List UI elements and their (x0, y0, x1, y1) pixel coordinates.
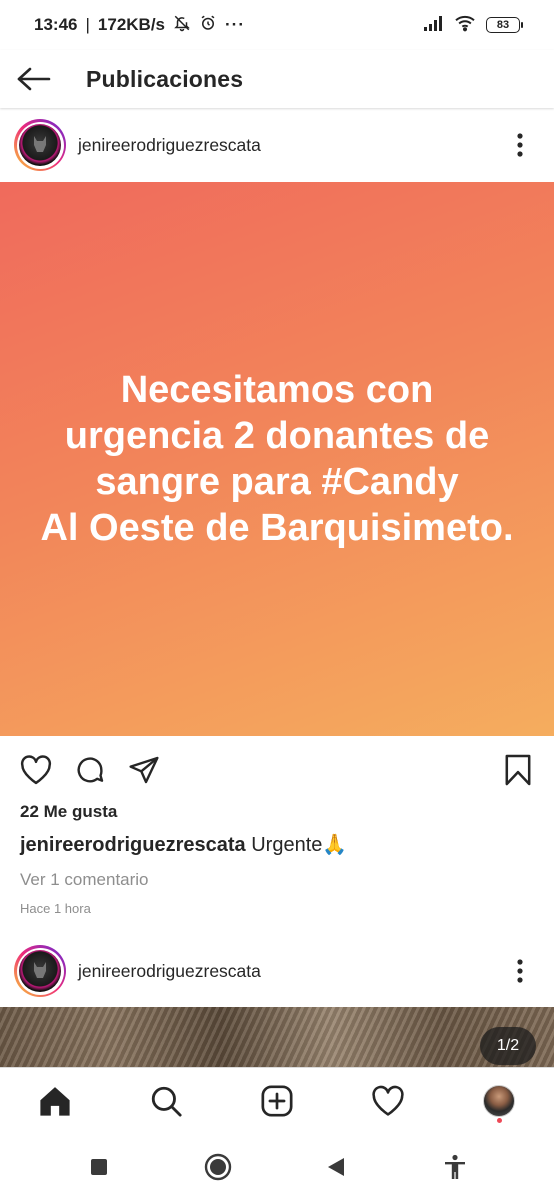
post-header: jenireerodriguezrescata (0, 936, 554, 1006)
post-image-line: Al Oeste de Barquisimeto. (40, 507, 514, 549)
post-actions (0, 746, 554, 794)
like-button[interactable] (12, 746, 60, 794)
post-image-line: urgencia 2 donantes de (64, 415, 490, 457)
network-speed: 172KB/s (97, 15, 166, 34)
bookmark-icon (505, 754, 531, 786)
caption-text: Urgente🙏 (251, 834, 348, 856)
heart-icon (20, 755, 52, 785)
nav-activity[interactable] (358, 1071, 418, 1131)
post-image-line: sangre para #Candy (95, 461, 459, 503)
system-back-button[interactable] (311, 1142, 361, 1192)
nav-search[interactable] (136, 1071, 196, 1131)
comment-button[interactable] (66, 746, 114, 794)
more-dots-icon: ··· (225, 15, 245, 34)
caption: jenireerodriguezrescata Urgente🙏 (20, 832, 347, 857)
notification-dot (496, 1117, 502, 1123)
status-left: 13:46 | 172KB/s ··· (34, 14, 245, 37)
more-vertical-icon (517, 959, 523, 983)
post-timestamp: Hace 1 hora (20, 901, 91, 916)
recents-square-icon (91, 1158, 108, 1175)
nav-home[interactable] (25, 1071, 85, 1131)
profile-avatar (482, 1084, 515, 1117)
view-comments-link[interactable]: Ver 1 comentario (20, 870, 149, 890)
activity-icon (372, 1085, 404, 1116)
accessibility-icon (444, 1154, 465, 1179)
post-image-text: Necesitamos con urgencia 2 donantes de s… (27, 367, 527, 551)
post-image[interactable]: Necesitamos con urgencia 2 donantes de s… (0, 182, 554, 736)
add-icon (261, 1084, 293, 1117)
avatar[interactable] (14, 945, 66, 997)
share-button[interactable] (120, 746, 168, 794)
system-nav (0, 1133, 554, 1200)
post-username[interactable]: jenireerodriguezrescata (78, 135, 500, 156)
home-icon (40, 1086, 70, 1116)
alarm-icon (199, 14, 217, 37)
avatar-image (19, 950, 61, 992)
bottom-nav (0, 1067, 554, 1133)
likes-count[interactable]: 22 Me gusta (20, 802, 117, 822)
back-triangle-icon (328, 1157, 345, 1176)
avatar-frame (16, 121, 64, 169)
post-header: jenireerodriguezrescata (0, 110, 554, 180)
nav-profile[interactable] (469, 1071, 529, 1131)
page-title: Publicaciones (86, 65, 244, 92)
search-icon (152, 1086, 182, 1117)
battery-level: 83 (496, 19, 510, 31)
wifi-icon (454, 14, 476, 37)
more-vertical-icon (517, 133, 523, 157)
status-bar: 13:46 | 172KB/s ··· 83 (0, 0, 554, 50)
system-home-button[interactable] (193, 1142, 243, 1192)
carousel-counter: 1/2 (480, 1027, 536, 1065)
image-texture (0, 1007, 554, 1067)
arrow-left-icon (17, 67, 51, 91)
back-button[interactable] (2, 50, 66, 108)
battery-icon: 83 (486, 17, 523, 33)
comment-icon (77, 757, 104, 783)
recents-button[interactable] (74, 1142, 124, 1192)
avatar-image (19, 124, 61, 166)
share-icon (129, 756, 159, 784)
caption-username[interactable]: jenireerodriguezrescata (20, 834, 246, 856)
accessibility-button[interactable] (430, 1142, 480, 1192)
nav-add[interactable] (247, 1071, 307, 1131)
avatar-frame (16, 947, 64, 995)
app-header: Publicaciones (0, 50, 554, 108)
status-time: 13:46 (34, 15, 78, 34)
signal-icon (424, 15, 444, 36)
post-options-button[interactable] (500, 125, 540, 165)
post-image[interactable] (0, 1007, 554, 1067)
save-button[interactable] (494, 746, 542, 794)
status-separator: | (85, 15, 90, 34)
status-right: 83 (424, 14, 523, 37)
post-image-line: Necesitamos con (120, 369, 434, 411)
home-circle-icon (204, 1153, 231, 1180)
post-username[interactable]: jenireerodriguezrescata (78, 961, 500, 982)
post-options-button[interactable] (500, 951, 540, 991)
mute-bell-icon (173, 14, 191, 37)
avatar[interactable] (14, 119, 66, 171)
